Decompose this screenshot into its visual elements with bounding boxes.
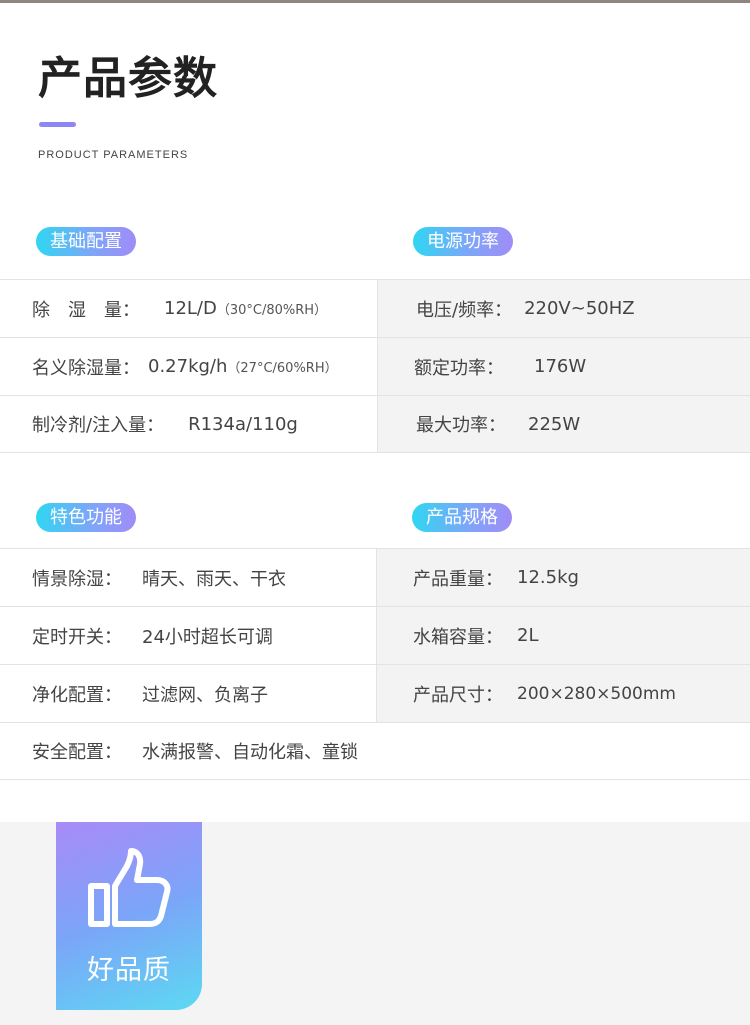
param-cell: 制冷剂/注入量： R134a/110g — [0, 396, 377, 452]
table-row-full: 安全配置： 水满报警、自动化霜、童锁 — [0, 722, 750, 780]
param-label: 电压/频率： — [416, 299, 513, 321]
param-cell: 额定功率： 176W — [378, 338, 750, 395]
badge-text: 好品质 — [87, 955, 171, 986]
param-label: 安全配置： — [32, 742, 122, 763]
title-underline — [39, 122, 76, 127]
param-label: 额定功率： — [414, 357, 504, 379]
top-strip — [0, 0, 750, 3]
section-features-pill: 特色功能 — [36, 503, 136, 532]
param-value: 过滤网、负离子 — [142, 684, 268, 706]
param-cell: 安全配置： 水满报警、自动化霜、童锁 — [0, 723, 750, 779]
param-value: 12L/D — [164, 298, 217, 319]
param-value: R134a/110g — [188, 413, 298, 435]
param-label: 情景除湿： — [32, 568, 122, 590]
param-label: 名义除湿量： — [32, 357, 140, 379]
param-label: 定时开关： — [32, 626, 122, 648]
param-label: 产品重量： — [413, 568, 503, 590]
table-row: 名义除湿量： 0.27kg/h （27°C/60%RH） 额定功率： 176W — [0, 337, 750, 395]
param-label: 净化配置： — [32, 684, 122, 706]
param-value: 2L — [517, 625, 539, 646]
param-cell: 名义除湿量： 0.27kg/h （27°C/60%RH） — [0, 338, 377, 395]
param-label: 水箱容量： — [413, 626, 503, 648]
param-note: （30°C/80%RH） — [216, 303, 328, 318]
param-value: 220V~50HZ — [524, 298, 635, 319]
page-title: 产品参数 — [38, 53, 218, 104]
param-cell: 水箱容量： 2L — [377, 607, 750, 664]
param-label: 最大功率： — [416, 415, 506, 436]
param-cell: 除 湿 量： 12L/D （30°C/80%RH） — [0, 280, 377, 337]
param-value: 0.27kg/h — [148, 356, 228, 377]
quality-badge: 好品质 — [56, 822, 202, 1010]
param-value: 24小时超长可调 — [142, 626, 273, 648]
param-value: 晴天、雨天、干衣 — [142, 568, 286, 590]
param-label: 制冷剂/注入量： — [32, 415, 165, 436]
thumbs-up-icon — [88, 848, 171, 927]
table-row: 情景除湿： 晴天、雨天、干衣 产品重量： 12.5kg — [0, 548, 750, 606]
section-specs-pill: 产品规格 — [412, 503, 512, 532]
param-cell: 产品尺寸： 200×280×500mm — [377, 665, 750, 722]
param-cell: 产品重量： 12.5kg — [377, 549, 750, 606]
section-power-pill: 电源功率 — [413, 227, 513, 256]
param-cell: 净化配置： 过滤网、负离子 — [0, 665, 376, 722]
table-row: 净化配置： 过滤网、负离子 产品尺寸： 200×280×500mm — [0, 664, 750, 722]
param-cell: 情景除湿： 晴天、雨天、干衣 — [0, 549, 376, 606]
table-row: 除 湿 量： 12L/D （30°C/80%RH） 电压/频率： 220V~50… — [0, 279, 750, 337]
section-basic-pill: 基础配置 — [36, 227, 136, 256]
param-value: 200×280×500mm — [517, 683, 676, 704]
param-value: 12.5kg — [517, 567, 579, 588]
param-value: 176W — [534, 356, 587, 377]
table-row: 制冷剂/注入量： R134a/110g 最大功率： 225W — [0, 395, 750, 453]
param-cell: 定时开关： 24小时超长可调 — [0, 607, 376, 664]
page-subtitle: PRODUCT PARAMETERS — [38, 149, 189, 161]
param-note: （27°C/60%RH） — [227, 361, 338, 376]
param-value: 225W — [528, 413, 581, 435]
param-label: 除 湿 量： — [32, 299, 140, 321]
param-value: 水满报警、自动化霜、童锁 — [142, 742, 358, 763]
param-label: 产品尺寸： — [413, 684, 503, 706]
param-cell: 电压/频率： 220V~50HZ — [378, 280, 750, 337]
table-row: 定时开关： 24小时超长可调 水箱容量： 2L — [0, 606, 750, 664]
param-cell: 最大功率： 225W — [378, 396, 750, 452]
